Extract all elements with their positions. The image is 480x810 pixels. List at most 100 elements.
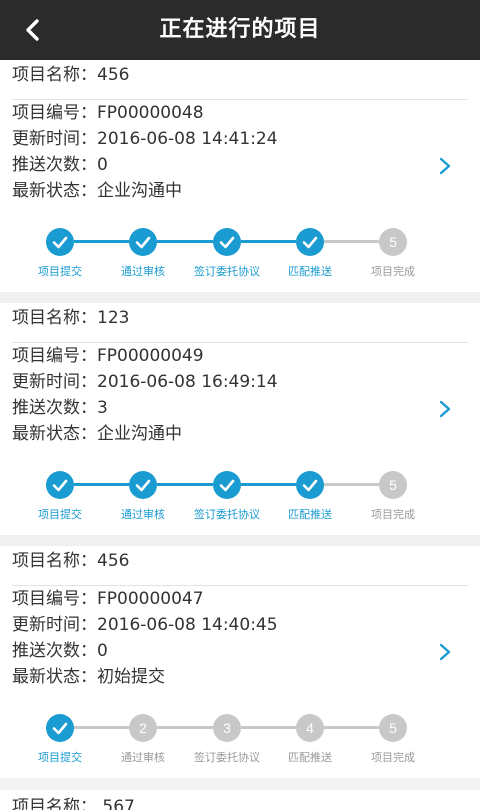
step-connector (74, 726, 129, 729)
project-updated-time-value: 2016-06-08 16:49:14 (97, 372, 278, 392)
project-name-label: 项目名称： (12, 797, 97, 810)
project-name-label: 项目名称： (12, 551, 97, 571)
step-number: 2 (129, 714, 157, 742)
project-push-count-row: 推送次数：0 (12, 152, 412, 178)
step-number: 5 (379, 471, 407, 499)
project-code-label: 项目编号： (12, 589, 97, 609)
step-check-icon (46, 714, 74, 742)
project-info: 项目编号：FP00000047 更新时间：2016-06-08 14:40:45 推… (12, 586, 412, 690)
card-separator (0, 535, 480, 546)
project-code-value: FP00000049 (97, 346, 204, 366)
step-connector (324, 483, 379, 486)
project-name-row: 项目名称：456 (12, 60, 129, 90)
project-status-row: 最新状态：企业沟通中 (12, 178, 412, 204)
project-info: 项目编号：FP00000048 更新时间：2016-06-08 14:41:24 推… (12, 100, 412, 204)
step-connector (241, 483, 296, 486)
project-name-row: 项目名称： 567 (12, 792, 135, 810)
step-check-icon (296, 471, 324, 499)
project-name-value: 456 (97, 551, 130, 571)
project-status-value: 企业沟通中 (97, 424, 182, 444)
step-connector (324, 726, 379, 729)
project-code-label: 项目编号： (12, 346, 97, 366)
progress-steps: 项目提交 通过审核 签订委托协议 匹配推送 5 项目完成 (0, 469, 480, 521)
chevron-right-icon[interactable] (438, 156, 452, 176)
progress-steps: 项目提交 通过审核 签订委托协议 匹配推送 5 项目完成 (0, 226, 480, 278)
page-title: 正在进行的项目 (159, 17, 321, 42)
step-label: 通过审核 (121, 265, 165, 278)
step-label: 匹配推送 (288, 265, 332, 278)
step-number: 4 (296, 714, 324, 742)
project-name-label: 项目名称： (12, 308, 97, 328)
project-info: 项目编号：FP00000049 更新时间：2016-06-08 16:49:14 推… (12, 343, 412, 447)
project-status-value: 初始提交 (97, 667, 165, 687)
project-push-count-value: 0 (97, 155, 108, 175)
step-label: 项目完成 (371, 265, 415, 278)
step-check-icon (213, 228, 241, 256)
step-connector (74, 240, 129, 243)
step-label: 签订委托协议 (194, 265, 260, 278)
project-status-label: 最新状态： (12, 667, 97, 687)
project-card[interactable]: 项目名称：456 项目编号：FP00000048 更新时间：2016-06-08 1… (0, 60, 480, 292)
step-check-icon (129, 471, 157, 499)
step-connector (241, 240, 296, 243)
step-connector (324, 240, 379, 243)
step-label: 匹配推送 (288, 751, 332, 764)
step-connector (157, 483, 213, 486)
project-push-count-value: 3 (97, 398, 108, 418)
step-connector (74, 483, 129, 486)
progress-steps: 项目提交 2 通过审核 3 签订委托协议 4 匹配推送 5 项目完成 (0, 712, 480, 764)
project-push-count-label: 推送次数： (12, 641, 97, 661)
chevron-right-icon[interactable] (438, 399, 452, 419)
project-code-row: 项目编号：FP00000048 (12, 100, 412, 126)
step-number: 5 (379, 228, 407, 256)
project-card-partial[interactable]: 项目名称： 567 (0, 790, 480, 810)
project-name-value: 123 (97, 308, 130, 328)
step-label: 项目提交 (38, 508, 82, 521)
step-label: 通过审核 (121, 508, 165, 521)
step-label: 项目完成 (371, 751, 415, 764)
project-name-row: 项目名称：456 (12, 546, 129, 576)
project-code-row: 项目编号：FP00000049 (12, 343, 412, 369)
step-label: 项目提交 (38, 751, 82, 764)
project-push-count-label: 推送次数： (12, 155, 97, 175)
project-updated-time-value: 2016-06-08 14:41:24 (97, 129, 278, 149)
step-label: 匹配推送 (288, 508, 332, 521)
chevron-right-icon[interactable] (438, 642, 452, 662)
project-push-count-label: 推送次数： (12, 398, 97, 418)
step-label: 通过审核 (121, 751, 165, 764)
step-label: 项目提交 (38, 265, 82, 278)
step-label: 签订委托协议 (194, 508, 260, 521)
step-connector (157, 240, 213, 243)
project-card[interactable]: 项目名称：456 项目编号：FP00000047 更新时间：2016-06-08 1… (0, 546, 480, 778)
project-name-label: 项目名称： (12, 65, 97, 85)
project-updated-time-label: 更新时间： (12, 372, 97, 392)
project-card[interactable]: 项目名称：123 项目编号：FP00000049 更新时间：2016-06-08 1… (0, 303, 480, 535)
project-status-label: 最新状态： (12, 424, 97, 444)
project-code-value: FP00000048 (97, 103, 204, 123)
step-check-icon (46, 471, 74, 499)
project-name-row: 项目名称：123 (12, 303, 129, 333)
project-updated-time-row: 更新时间：2016-06-08 16:49:14 (12, 369, 412, 395)
project-status-value: 企业沟通中 (97, 181, 182, 201)
project-updated-time-value: 2016-06-08 14:40:45 (97, 615, 278, 635)
project-updated-time-label: 更新时间： (12, 615, 97, 635)
step-connector (157, 726, 213, 729)
app-header: 正在进行的项目 (0, 0, 480, 60)
project-code-label: 项目编号： (12, 103, 97, 123)
card-separator (0, 292, 480, 303)
step-number: 5 (379, 714, 407, 742)
step-number: 3 (213, 714, 241, 742)
step-connector (241, 726, 296, 729)
project-name-value: 567 (102, 797, 135, 810)
project-status-label: 最新状态： (12, 181, 97, 201)
project-status-row: 最新状态：企业沟通中 (12, 421, 412, 447)
project-updated-time-row: 更新时间：2016-06-08 14:40:45 (12, 612, 412, 638)
project-push-count-value: 0 (97, 641, 108, 661)
project-push-count-row: 推送次数：0 (12, 638, 412, 664)
project-updated-time-label: 更新时间： (12, 129, 97, 149)
step-check-icon (296, 228, 324, 256)
step-check-icon (213, 471, 241, 499)
project-updated-time-row: 更新时间：2016-06-08 14:41:24 (12, 126, 412, 152)
step-check-icon (129, 228, 157, 256)
step-label: 签订委托协议 (194, 751, 260, 764)
